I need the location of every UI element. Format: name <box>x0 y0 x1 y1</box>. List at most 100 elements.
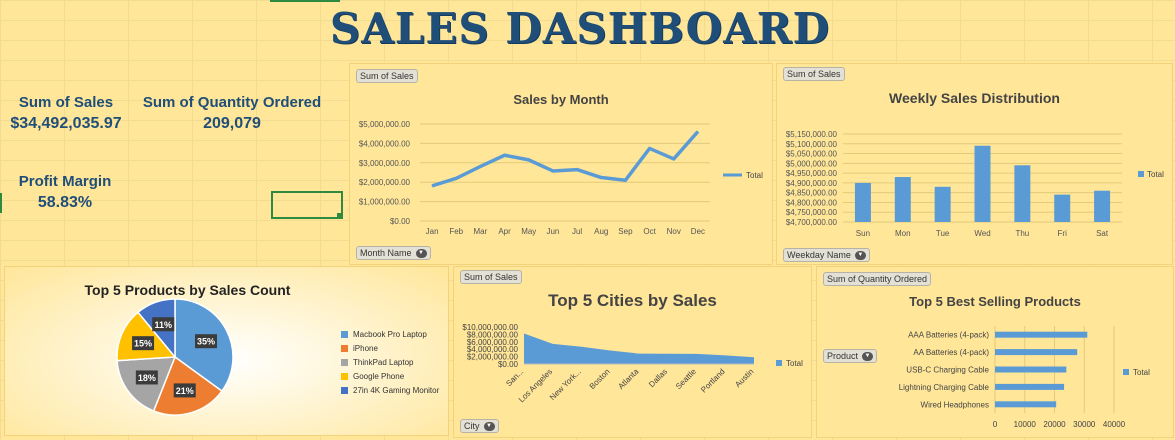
x-tick-label: Feb <box>449 227 463 236</box>
legend-label: Macbook Pro Laptop <box>353 330 427 339</box>
legend-label: iPhone <box>353 344 378 353</box>
x-tick-label: Apr <box>498 227 511 236</box>
data-point <box>479 165 481 167</box>
x-tick-label: Jan <box>426 227 439 236</box>
y-tick-label: $4,800,000.00 <box>786 198 838 207</box>
kpi-profit-margin-value: 58.83% <box>37 194 93 211</box>
slice-label: 18% <box>138 373 156 383</box>
month-line-chart: $0.00 $1,000,000.00 $2,000,000.00 $3,000,00… <box>359 120 763 236</box>
data-point <box>576 169 578 171</box>
data-point <box>528 159 530 161</box>
chevron-down-icon: ▼ <box>854 251 866 261</box>
legend-swatch <box>776 360 782 366</box>
products-pie-chart: 35% 21% 18% 15%11% <box>116 298 234 416</box>
legend-swatch <box>341 373 348 381</box>
slice-label: 11% <box>154 320 172 330</box>
kpi-sum-of-sales-label: Sum of Sales <box>18 94 114 111</box>
x-tick-label: Mon <box>895 229 911 238</box>
selected-cell[interactable] <box>271 191 343 219</box>
y-tick-label: $10,000,000.00 <box>462 323 518 332</box>
bar-sat <box>1094 190 1111 222</box>
weekly-sales-panel[interactable]: Sum of Sales Weekly Sales Distribution $… <box>776 63 1173 265</box>
y-tick-label: Lightning Charging Cable <box>899 383 990 392</box>
legend-swatch <box>1123 369 1129 375</box>
dashboard-title: SALES DASHBOARD <box>329 4 831 53</box>
legend-label: Total <box>1133 368 1150 377</box>
y-tick-label: $4,750,000.00 <box>786 208 838 217</box>
data-point <box>697 131 699 133</box>
slice-label: 35% <box>197 337 215 347</box>
legend-swatch <box>341 387 348 395</box>
y-tick-label: $5,000,000.00 <box>359 120 411 129</box>
y-tick-label: USB-C Charging Cable <box>906 366 989 375</box>
top-cities-panel[interactable]: Sum of Sales Top 5 Cities by Sales $0.00… <box>453 266 812 438</box>
x-tick-label: Dallas <box>647 367 669 389</box>
selected-cell-marker <box>270 0 340 2</box>
filter-icon: ▼ <box>862 352 874 362</box>
x-tick-label: Sep <box>618 227 633 236</box>
x-tick-label: 0 <box>993 420 998 429</box>
slice-label: 15% <box>134 339 152 349</box>
legend-label: Total <box>746 171 763 180</box>
kpi-sum-of-sales-value: $34,492,035.97 <box>10 115 122 132</box>
y-tick-label: $4,900,000.00 <box>786 179 838 188</box>
y-tick-label: $1,000,000.00 <box>359 198 411 207</box>
top-products-pie-panel[interactable]: Top 5 Products by Sales Count 35% 21% 18% 1… <box>4 266 449 436</box>
y-tick-label: $5,100,000.00 <box>786 140 838 149</box>
kpi-quantity-ordered-label: Sum of Quantity Ordered <box>142 94 322 111</box>
kpi-quantity-ordered-value: 209,079 <box>203 115 261 132</box>
slice-label: 21% <box>176 386 194 396</box>
x-tick-label: Portland <box>699 367 726 394</box>
kpi-profit-margin-label: Profit Margin <box>18 173 112 190</box>
x-tick-label: Mar <box>474 227 488 236</box>
x-tick-label: Nov <box>667 227 681 236</box>
bar-product <box>995 349 1078 356</box>
series-area-total <box>524 333 754 364</box>
series-line-total <box>431 130 700 188</box>
x-tick-label: Atlanta <box>616 367 640 391</box>
product-filter-label: Product <box>827 351 859 361</box>
x-tick-label: Sat <box>1096 229 1109 238</box>
weekday-name-filter[interactable]: Weekday Name ▼ <box>783 248 870 263</box>
x-tick-label: Jul <box>572 227 582 236</box>
bar-product <box>995 401 1057 408</box>
y-tick-label: $5,050,000.00 <box>786 150 838 159</box>
legend-label: ThinkPad Laptop <box>353 358 414 367</box>
legend-label: Google Phone <box>353 372 405 381</box>
legend-swatch <box>341 359 348 367</box>
pie-legend-item: 27in 4K Gaming Monitor <box>341 386 439 395</box>
month-name-filter[interactable]: Month Name ▼ <box>356 246 431 261</box>
pie-legend-item: Macbook Pro Laptop <box>341 330 427 339</box>
data-point <box>624 179 626 181</box>
bar-thu <box>1014 165 1031 222</box>
chevron-down-icon: ▼ <box>415 249 427 259</box>
legend-label: Total <box>1147 170 1164 179</box>
bar-product <box>995 331 1088 338</box>
x-tick-label: 10000 <box>1014 420 1037 429</box>
x-tick-label: 20000 <box>1043 420 1066 429</box>
bar-mon <box>894 177 911 222</box>
y-tick-label: AAA Batteries (4-pack) <box>908 331 989 340</box>
bar-sun <box>854 182 871 222</box>
y-tick-label: $0.00 <box>390 217 411 226</box>
bar-product <box>995 366 1067 373</box>
x-tick-label: Jun <box>546 227 559 236</box>
city-filter[interactable]: City ▼ <box>460 419 499 434</box>
best-selling-panel[interactable]: Sum of Quantity Ordered Top 5 Best Selli… <box>816 266 1174 438</box>
kpi-quantity-ordered: Sum of Quantity Ordered 209,079 <box>132 94 332 133</box>
x-tick-label: May <box>521 227 536 236</box>
fill-handle[interactable] <box>337 213 342 218</box>
data-point <box>673 158 675 160</box>
x-tick-label: Austin <box>733 367 755 389</box>
kpi-sum-of-sales: Sum of Sales $34,492,035.97 <box>6 94 126 133</box>
product-filter[interactable]: Product ▼ <box>823 349 878 364</box>
pie-legend-item: ThinkPad Laptop <box>341 358 414 367</box>
x-tick-label: Seattle <box>674 367 698 391</box>
x-tick-label: Aug <box>594 227 608 236</box>
x-tick-label: 40000 <box>1103 420 1126 429</box>
legend-swatch <box>1138 171 1144 177</box>
data-point <box>431 185 433 187</box>
y-tick-label: AA Batteries (4-pack) <box>913 348 989 357</box>
bar-fri <box>1054 194 1071 222</box>
sales-by-month-panel[interactable]: Sum of Sales Sales by Month $0.00 $1,000,… <box>349 63 773 265</box>
